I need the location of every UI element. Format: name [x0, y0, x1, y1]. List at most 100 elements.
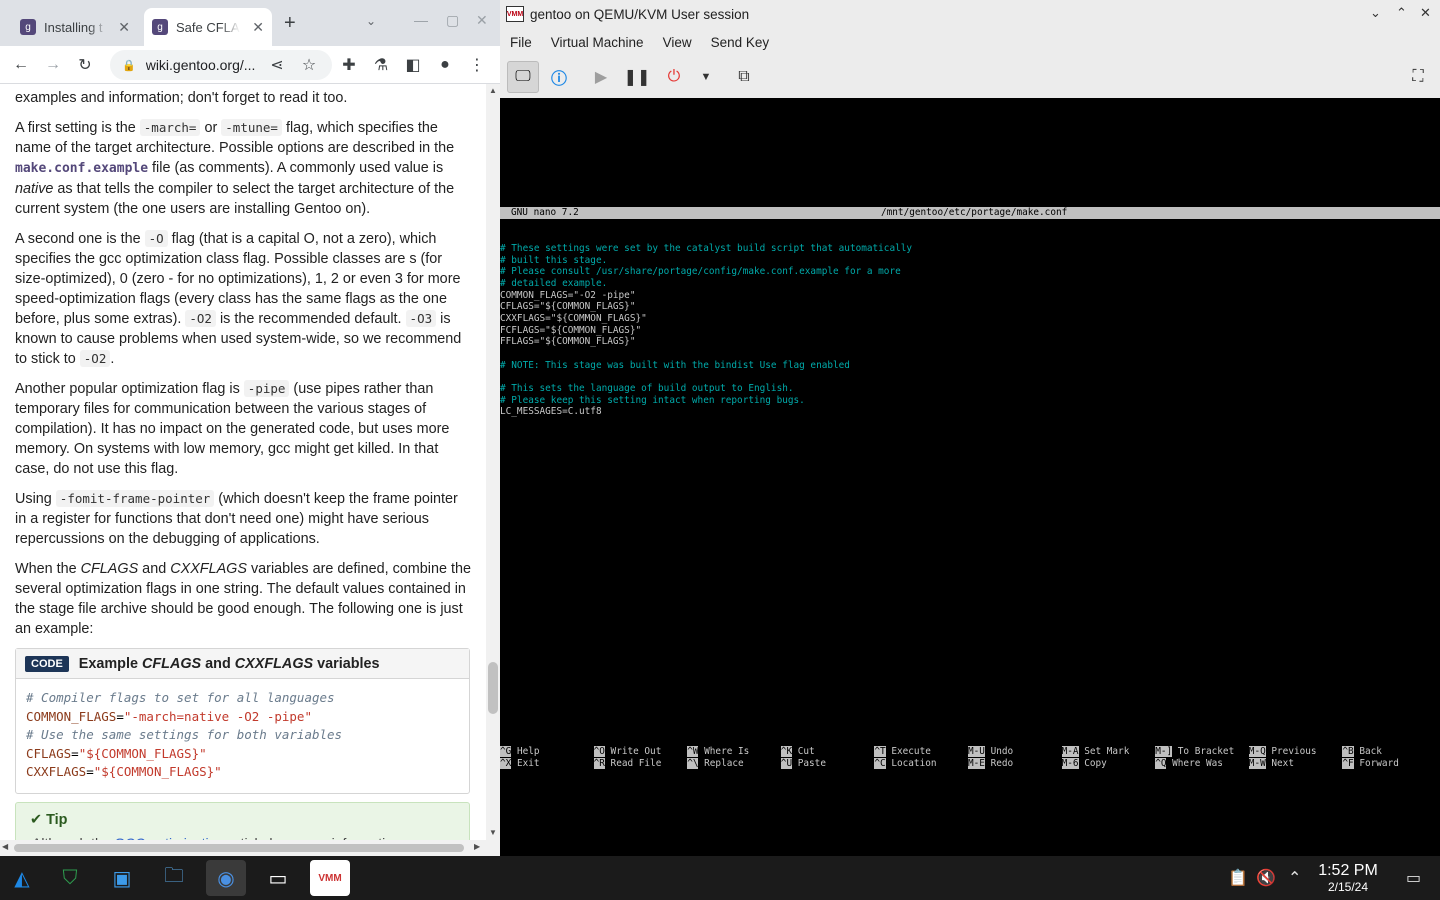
inline-code: -fomit-frame-pointer: [55, 490, 215, 507]
app-launcher-icon[interactable]: ◭: [2, 860, 42, 896]
text: CXXFLAGS: [170, 561, 247, 577]
app-store-icon[interactable]: ⛉: [50, 860, 90, 896]
terminal-icon[interactable]: ▭: [258, 860, 298, 896]
horizontal-scrollbar[interactable]: ◀ ▶: [0, 840, 486, 856]
code-comment: # Compiler flags to set for all language…: [26, 690, 335, 705]
scroll-left-icon[interactable]: ◀: [2, 842, 8, 851]
play-icon[interactable]: ▶: [585, 61, 617, 93]
menu-virtual-machine[interactable]: Virtual Machine: [551, 35, 644, 50]
chevron-up-icon[interactable]: ⌃: [1396, 5, 1407, 21]
nano-shortcut-row: ^T Execute: [874, 746, 967, 758]
extensions-puzzle-icon[interactable]: ✚: [336, 52, 362, 78]
tab-safe-cflags[interactable]: g Safe CFLAGS ✕: [144, 8, 272, 46]
nano-buffer[interactable]: # These settings were set by the catalys…: [500, 243, 1440, 418]
minimize-icon[interactable]: —: [414, 12, 428, 28]
tab-title: Safe CFLAGS: [176, 19, 240, 35]
text: file (as comments). A commonly used valu…: [148, 160, 444, 176]
make-conf-example-link[interactable]: make.conf.example: [15, 161, 148, 176]
nano-shortcut-row: M-] To Bracket: [1155, 746, 1248, 758]
menu-file[interactable]: File: [510, 35, 532, 50]
maximize-icon[interactable]: ▢: [446, 12, 459, 29]
lab-flask-icon[interactable]: ⚗: [368, 52, 394, 78]
close-window-icon[interactable]: ✕: [1420, 5, 1431, 21]
nano-key: ^F: [1342, 757, 1354, 769]
browser-window: g Installing t ✕ g Safe CFLAGS ✕ + ⌄ — ▢…: [0, 0, 500, 856]
code-body: # Compiler flags to set for all language…: [16, 679, 469, 792]
code-title: Example CFLAGS and CXXFLAGS variables: [79, 656, 380, 672]
nano-line: # Please keep this setting intact when r…: [500, 394, 805, 406]
menu-view[interactable]: View: [663, 35, 692, 50]
text: is the recommended default.: [215, 311, 406, 327]
snapshots-icon[interactable]: ⧉: [728, 61, 760, 93]
console-monitor-icon[interactable]: 🖵: [507, 61, 539, 93]
scroll-right-icon[interactable]: ▶: [474, 842, 480, 851]
code-line: COMMON_FLAGS="-march=native -O2 -pipe": [26, 708, 312, 724]
nano-editor[interactable]: GNU nano 7.2 /mnt/gentoo/etc/portage/mak…: [500, 184, 1440, 442]
text: CFLAGS: [80, 561, 139, 577]
close-icon[interactable]: ✕: [252, 19, 264, 36]
bookmark-star-icon[interactable]: ☆: [296, 52, 322, 78]
nano-key: ^U: [780, 757, 793, 769]
profile-icon[interactable]: ●: [432, 52, 458, 78]
virt-manager-icon[interactable]: VMM: [310, 860, 350, 896]
new-tab-button[interactable]: +: [284, 12, 296, 35]
kebab-menu-icon[interactable]: ⋮: [464, 52, 490, 78]
clock-date: 2/15/24: [1327, 880, 1369, 894]
share-icon[interactable]: ⋖: [264, 52, 290, 78]
nano-shortcut-row: M-E Redo: [968, 757, 1061, 770]
chevron-down-icon[interactable]: ▼: [690, 61, 722, 93]
clock[interactable]: 1:52 PM 2/15/24: [1312, 862, 1384, 894]
nano-key-label: Write Out: [610, 746, 662, 757]
tab-installing[interactable]: g Installing t ✕: [12, 8, 138, 46]
nano-line: [500, 348, 1440, 360]
menu-send-key[interactable]: Send Key: [711, 35, 770, 50]
volume-muted-icon[interactable]: 🔇: [1256, 868, 1276, 888]
nano-shortcut-row: ^R Read File: [593, 757, 687, 770]
nano-key: ^W: [687, 746, 699, 757]
check-circle-icon: ✔: [30, 812, 47, 828]
scroll-up-icon[interactable]: ▲: [489, 86, 497, 95]
back-icon[interactable]: ←: [8, 52, 34, 78]
nano-shortcut-row: ^G Help: [500, 746, 593, 758]
nano-key: ^X: [500, 757, 512, 769]
nano-shortcut: M-A Set Mark M-6 Copy: [1061, 746, 1155, 769]
clipboard-icon[interactable]: 📋: [1228, 868, 1248, 888]
chevron-down-icon[interactable]: ⌄: [1370, 5, 1381, 21]
text: and: [138, 561, 171, 577]
scroll-down-icon[interactable]: ▼: [489, 828, 497, 837]
power-icon[interactable]: ⏻: [658, 61, 690, 93]
show-desktop-icon[interactable]: ▭: [1406, 868, 1421, 888]
paragraph-fomit: Using -fomit-frame-pointer (which doesn'…: [15, 489, 471, 549]
inline-code: -O3: [405, 310, 437, 327]
fullscreen-icon[interactable]: ⛶: [1402, 61, 1434, 93]
text: .: [110, 351, 115, 367]
tip-title: ✔ Tip: [30, 812, 67, 828]
chevron-up-icon[interactable]: ⌃: [1288, 868, 1301, 888]
nano-shortcut: ^W Where Is ^\ Replace: [687, 746, 780, 769]
nano-line: LC_MESSAGES=C.utf8: [500, 406, 602, 418]
nano-shortcut-row: M-Q Previous: [1248, 746, 1342, 758]
nano-key-label: Set Mark: [1084, 746, 1130, 757]
chromium-icon[interactable]: ◉: [206, 860, 246, 896]
nano-line: FFLAGS="${COMMON_FLAGS}": [500, 336, 636, 348]
file-manager-icon[interactable]: 🗀: [154, 860, 194, 896]
close-window-icon[interactable]: ✕: [476, 12, 488, 29]
nano-shortcut-row: M-A Set Mark: [1061, 746, 1155, 758]
forward-icon[interactable]: →: [40, 52, 66, 78]
nano-shortcut: ^B Back ^F Forward: [1342, 746, 1435, 769]
vm-console-screen[interactable]: GNU nano 7.2 /mnt/gentoo/etc/portage/mak…: [500, 98, 1440, 856]
chevron-down-icon[interactable]: ⌄: [366, 14, 376, 28]
nano-line: # These settings were set by the catalys…: [500, 242, 913, 254]
nano-key: ^C: [874, 757, 886, 769]
info-icon[interactable]: ⓘ: [543, 61, 575, 93]
discover-icon[interactable]: ▣: [102, 860, 142, 896]
text: "${COMMON_FLAGS}": [78, 745, 207, 761]
side-panel-icon[interactable]: ◧: [400, 52, 426, 78]
scroll-thumb[interactable]: [488, 662, 498, 714]
scroll-thumb[interactable]: [14, 844, 464, 852]
vertical-scrollbar[interactable]: ▲ ▼: [486, 84, 500, 856]
pause-icon[interactable]: ❚❚: [621, 61, 653, 93]
reload-icon[interactable]: ↻: [72, 52, 98, 78]
close-icon[interactable]: ✕: [118, 19, 130, 36]
nano-line: # This sets the language of build output…: [500, 383, 794, 395]
